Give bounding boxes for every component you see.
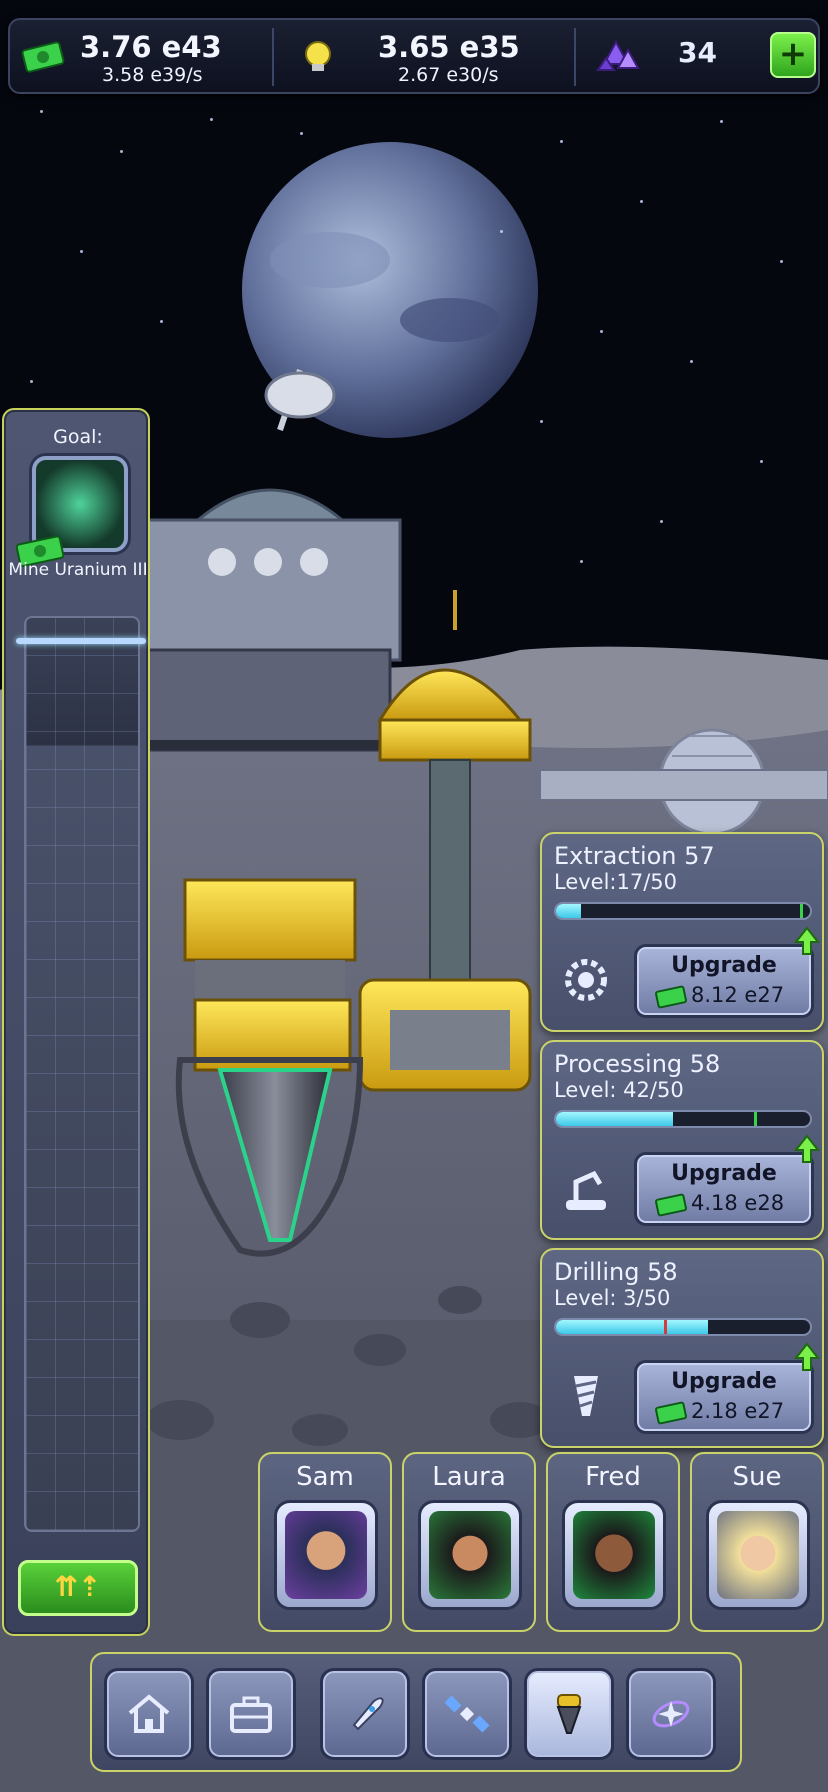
cash-icon (655, 1193, 687, 1217)
manager-name: Sue (732, 1462, 782, 1492)
upgrade-title: Processing 58 (554, 1050, 721, 1078)
goal-label: Goal: (53, 426, 103, 448)
upgrade-card-processing: Processing 58 Level: 42/50 Upgrade 4.18 … (540, 1040, 824, 1240)
research-resource[interactable]: 3.65 e35 2.67 e30/s (286, 20, 576, 92)
depth-marker (16, 638, 146, 644)
bottom-nav (90, 1652, 742, 1772)
triple-arrow-up-icon: ⇈⇡ (54, 1570, 102, 1603)
goal-name: Mine Uranium III (8, 560, 148, 580)
milestone-tick (754, 1112, 757, 1126)
drill-bit-icon (574, 1376, 598, 1416)
nav-satellite-button[interactable] (422, 1668, 512, 1760)
manager-name: Sam (296, 1462, 354, 1492)
gear-icon (565, 959, 607, 1001)
satellite-icon (444, 1695, 490, 1733)
progress-bar (554, 902, 812, 920)
arrow-up-icon (794, 1342, 820, 1371)
drill-icon (556, 1694, 582, 1734)
progress-bar (554, 1110, 812, 1128)
milestone-tick (664, 1320, 667, 1334)
add-gems-button[interactable]: + (770, 32, 816, 78)
milestone-tick (800, 904, 803, 918)
upgrade-button[interactable]: Upgrade 2.18 e27 (634, 1360, 814, 1434)
star-portal-icon (652, 1700, 690, 1728)
upgrade-button[interactable]: Upgrade 8.12 e27 (634, 944, 814, 1018)
avatar (429, 1511, 511, 1599)
goal-panel: Goal: Mine Uranium III ⇈⇡ (2, 408, 150, 1636)
cash-icon (21, 41, 65, 73)
manager-name: Fred (585, 1462, 641, 1492)
manager-card-fred[interactable]: Fred (546, 1452, 680, 1632)
research-value: 3.65 e35 (378, 30, 520, 64)
manager-portrait (274, 1500, 378, 1610)
upgrade-title: Extraction 57 (554, 842, 715, 870)
manager-card-sam[interactable]: Sam (258, 1452, 392, 1632)
manager-portrait (706, 1500, 810, 1610)
divider (574, 28, 576, 86)
upgrade-cost: 4.18 e28 (691, 1191, 785, 1215)
gem-cluster-icon (596, 39, 640, 71)
upgrade-level: Level:17/50 (554, 870, 678, 894)
upgrade-button-label: Upgrade (671, 1161, 777, 1186)
progress-fill (556, 1112, 673, 1126)
cash-rate: 3.58 e39/s (102, 64, 203, 86)
nav-drill-button[interactable] (524, 1668, 614, 1760)
upgrade-button-label: Upgrade (671, 1369, 777, 1394)
manager-portrait (418, 1500, 522, 1610)
nav-home-button[interactable] (104, 1668, 194, 1760)
progress-fill (556, 1320, 709, 1334)
upgrade-title: Drilling 58 (554, 1258, 678, 1286)
upgrade-cost: 8.12 e27 (691, 983, 785, 1007)
manager-portrait (562, 1500, 666, 1610)
progress-fill (556, 904, 582, 918)
lightbulb-icon (305, 41, 331, 71)
nav-briefcase-button[interactable] (206, 1668, 296, 1760)
upgrade-cost: 2.18 e27 (691, 1399, 785, 1423)
progress-bar (554, 1318, 812, 1336)
manager-card-laura[interactable]: Laura (402, 1452, 536, 1632)
upgrade-button-label: Upgrade (671, 953, 777, 978)
nav-portal-button[interactable] (626, 1668, 716, 1760)
avatar (717, 1511, 799, 1599)
resource-bar: 3.76 e43 3.58 e39/s 3.65 e35 2.67 e30/s … (8, 18, 820, 94)
upgrade-level: Level: 3/50 (554, 1286, 671, 1310)
cash-icon (655, 1401, 687, 1425)
divider (272, 28, 274, 86)
rocket-icon (346, 1697, 384, 1733)
home-icon (128, 1694, 170, 1733)
boost-button[interactable]: ⇈⇡ (18, 1560, 138, 1616)
depth-meter (24, 616, 140, 1532)
robot-arm-icon (566, 1170, 606, 1210)
avatar (573, 1511, 655, 1599)
manager-card-sue[interactable]: Sue (690, 1452, 824, 1632)
arrow-up-icon (794, 1134, 820, 1163)
cash-icon (655, 985, 687, 1009)
research-rate: 2.67 e30/s (398, 64, 499, 86)
arrow-up-icon (794, 926, 820, 955)
manager-name: Laura (432, 1462, 506, 1492)
cash-value: 3.76 e43 (80, 30, 222, 64)
upgrade-card-drilling: Drilling 58 Level: 3/50 Upgrade 2.18 e27 (540, 1248, 824, 1448)
briefcase-icon (230, 1696, 272, 1733)
upgrade-level: Level: 42/50 (554, 1078, 684, 1102)
nav-rocket-button[interactable] (320, 1668, 410, 1760)
gem-count: 34 (678, 36, 717, 69)
avatar (285, 1511, 367, 1599)
upgrade-button[interactable]: Upgrade 4.18 e28 (634, 1152, 814, 1226)
cash-resource[interactable]: 3.76 e43 3.58 e39/s (10, 20, 272, 92)
upgrade-card-extraction: Extraction 57 Level:17/50 Upgrade 8.12 e… (540, 832, 824, 1032)
